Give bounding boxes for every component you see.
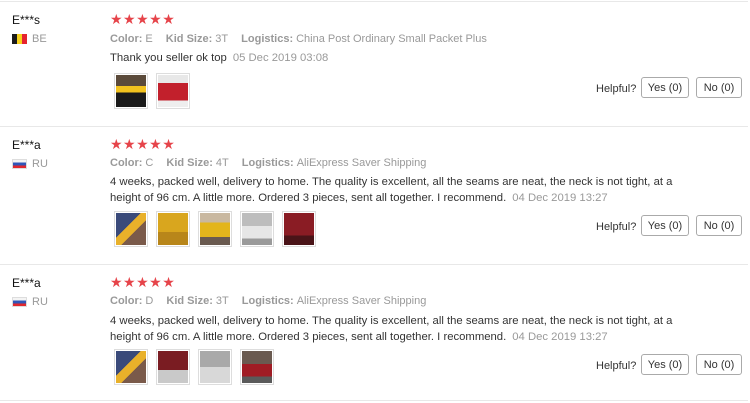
review-photo-thumbnail[interactable] [114, 73, 148, 109]
divider [0, 400, 748, 401]
size-value: 3T [215, 33, 229, 45]
logistics-label: Logistics: [241, 157, 294, 169]
helpful-no-button[interactable]: No (0) [696, 354, 742, 375]
color-label: Color: [110, 33, 143, 45]
helpful-yes-button[interactable]: Yes (0) [641, 215, 689, 236]
helpful-no-button[interactable]: No (0) [696, 215, 742, 236]
helpful-no-button[interactable]: No (0) [696, 77, 742, 98]
divider [0, 264, 748, 265]
review-photo-thumbnail[interactable] [198, 349, 232, 385]
size-label: Kid Size: [165, 33, 213, 45]
review-photo-thumbnail[interactable] [282, 211, 316, 247]
size-label: Kid Size: [166, 157, 213, 169]
review-date: 04 Dec 2019 13:27 [512, 192, 608, 204]
review-text: 4 weeks, packed well, delivery to home. … [110, 174, 690, 206]
helpful-yes-button[interactable]: Yes (0) [641, 77, 689, 98]
color-label: Color: [110, 295, 143, 307]
country-code: RU [32, 158, 48, 170]
review-text: 4 weeks, packed well, delivery to home. … [110, 313, 690, 345]
reviewer-name: E***a [12, 276, 41, 290]
reviewer-country: BE [12, 33, 47, 45]
reviewer-country: RU [12, 296, 48, 308]
review-photo-thumbnail[interactable] [156, 349, 190, 385]
star-rating: ★★★★★ [110, 274, 176, 290]
review-text: Thank you seller ok top 05 Dec 2019 03:08 [110, 50, 690, 66]
photo-thumbnails [114, 349, 274, 385]
russia-flag-icon [12, 159, 27, 169]
reviewer-country: RU [12, 158, 48, 170]
color-label: Color: [110, 157, 143, 169]
review-photo-thumbnail[interactable] [114, 211, 148, 247]
photo-thumbnails [114, 73, 190, 109]
divider [0, 1, 748, 2]
divider [0, 126, 748, 127]
review-photo-thumbnail[interactable] [240, 349, 274, 385]
logistics-label: Logistics: [241, 295, 294, 307]
review-photo-thumbnail[interactable] [156, 73, 190, 109]
reviewer-name: E***a [12, 138, 41, 152]
helpful-yes-button[interactable]: Yes (0) [641, 354, 689, 375]
helpful-label: Helpful? [596, 83, 637, 95]
color-value: D [145, 295, 154, 307]
country-code: RU [32, 296, 48, 308]
review-date: 04 Dec 2019 13:27 [512, 331, 608, 343]
review-photo-thumbnail[interactable] [156, 211, 190, 247]
color-value: E [145, 33, 153, 45]
logistics-value: AliExpress Saver Shipping [296, 295, 427, 307]
review-body: Thank you seller ok top [110, 52, 227, 64]
color-value: C [145, 157, 154, 169]
photo-thumbnails [114, 211, 316, 247]
order-info: Color: D Kid Size: 3T Logistics: AliExpress… [110, 295, 426, 307]
review-photo-thumbnail[interactable] [198, 211, 232, 247]
star-rating: ★★★★★ [110, 11, 176, 27]
size-value: 4T [215, 157, 229, 169]
size-label: Kid Size: [166, 295, 213, 307]
reviewer-name: E***s [12, 13, 41, 27]
russia-flag-icon [12, 297, 27, 307]
logistics-value: AliExpress Saver Shipping [296, 157, 427, 169]
star-rating: ★★★★★ [110, 136, 176, 152]
review-photo-thumbnail[interactable] [240, 211, 274, 247]
review-photo-thumbnail[interactable] [114, 349, 148, 385]
country-code: BE [32, 33, 47, 45]
logistics-label: Logistics: [241, 33, 294, 45]
belgium-flag-icon [12, 34, 27, 44]
logistics-value: China Post Ordinary Small Packet Plus [296, 33, 487, 45]
size-value: 3T [215, 295, 229, 307]
order-info: Color: E Kid Size: 3T Logistics: China Post… [110, 33, 487, 45]
review-date: 05 Dec 2019 03:08 [232, 52, 329, 64]
helpful-label: Helpful? [596, 360, 637, 372]
helpful-label: Helpful? [596, 221, 637, 233]
order-info: Color: C Kid Size: 4T Logistics: AliExpress… [110, 157, 426, 169]
